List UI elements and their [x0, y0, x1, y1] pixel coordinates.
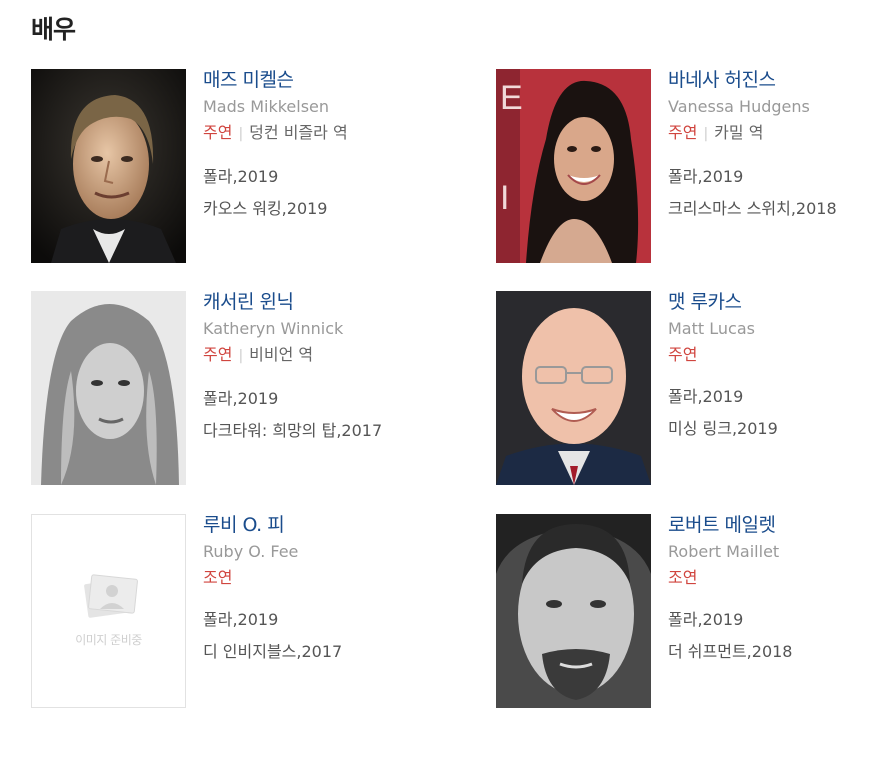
actor-role: 주연 | 덩컨 비즐라 역: [203, 123, 483, 144]
actor-name-en: Katheryn Winnick: [203, 319, 344, 338]
actor-name-ko[interactable]: 맷 루카스: [668, 291, 892, 313]
filmography-item[interactable]: 폴라,2019: [203, 610, 483, 629]
actor-photo[interactable]: [31, 291, 186, 485]
filmography-item[interactable]: 디 인비지블스,2017: [203, 642, 483, 661]
role-type: 조연: [668, 568, 698, 587]
placeholder-text: 이미지 준비중: [75, 633, 142, 647]
role-type: 주연: [668, 123, 698, 142]
role-divider: |: [238, 126, 244, 142]
filmography-item[interactable]: 카오스 워킹,2019: [203, 199, 483, 218]
actor-name-en: Matt Lucas: [668, 319, 755, 338]
actor-name-en: Mads Mikkelsen: [203, 97, 330, 116]
actor-photo[interactable]: [496, 514, 651, 708]
filmography-item[interactable]: 더 쉬프먼트,2018: [668, 642, 892, 661]
role-type: 주연: [668, 345, 698, 364]
character-name: 비비언 역: [249, 345, 314, 364]
filmography-item[interactable]: 폴라,2019: [668, 167, 892, 186]
actor-role: 조연: [203, 568, 483, 587]
role-type: 주연: [203, 345, 233, 364]
actor-card-robert-maillet: 로버트 메일렛 Robert Maillet 조연 폴라,2019 더 쉬프먼트…: [496, 514, 892, 709]
role-divider: |: [703, 126, 709, 142]
section-title: 배우: [31, 15, 76, 44]
actor-name-en: Vanessa Hudgens: [668, 97, 810, 116]
image-placeholder-icon: [84, 574, 138, 618]
filmography-item[interactable]: 미싱 링크,2019: [668, 419, 892, 438]
actor-name-ko[interactable]: 매즈 미켈슨: [203, 69, 483, 91]
role-divider: |: [238, 348, 244, 364]
filmography-item[interactable]: 다크타워: 희망의 탑,2017: [203, 421, 483, 440]
role-type: 조연: [203, 568, 233, 587]
actor-name-ko[interactable]: 캐서린 윈닉: [203, 291, 483, 313]
actor-role: 주연 | 비비언 역: [203, 345, 483, 366]
actor-photo[interactable]: [496, 291, 651, 485]
svg-text:E: E: [500, 79, 523, 117]
actor-name-ko[interactable]: 바네사 허진스: [668, 69, 892, 91]
actor-photo[interactable]: E I: [496, 69, 651, 263]
actor-name-ko[interactable]: 로버트 메일렛: [668, 514, 892, 536]
actor-photo[interactable]: [31, 69, 186, 263]
actor-photo-placeholder[interactable]: 이미지 준비중: [31, 514, 186, 708]
actor-role: 주연 | 카밀 역: [668, 123, 892, 144]
actor-card-ruby-o-fee: 이미지 준비중 루비 O. 피 Ruby O. Fee 조연 폴라,2019 디…: [31, 514, 471, 709]
character-name: 카밀 역: [714, 123, 764, 142]
filmography-item[interactable]: 크리스마스 스위치,2018: [668, 199, 892, 218]
actor-name-en: Ruby O. Fee: [203, 542, 299, 561]
actor-card-mads-mikkelsen: 매즈 미켈슨 Mads Mikkelsen 주연 | 덩컨 비즐라 역 폴라,201…: [31, 69, 471, 264]
actor-card-matt-lucas: 맷 루카스 Matt Lucas 주연 폴라,2019 미싱 링크,2019: [496, 291, 892, 486]
filmography-item[interactable]: 폴라,2019: [668, 387, 892, 406]
filmography-item[interactable]: 폴라,2019: [203, 167, 483, 186]
role-type: 주연: [203, 123, 233, 142]
actor-name-en: Robert Maillet: [668, 542, 780, 561]
actor-role: 조연: [668, 568, 892, 587]
filmography-item[interactable]: 폴라,2019: [203, 389, 483, 408]
actor-card-vanessa-hudgens: E I 바네사 허진스 Vanessa Hudgens 주연 | 카밀 역 폴라,2…: [496, 69, 892, 264]
svg-text:I: I: [500, 179, 509, 217]
actor-card-katheryn-winnick: 캐서린 윈닉 Katheryn Winnick 주연 | 비비언 역 폴라,2019…: [31, 291, 471, 486]
character-name: 덩컨 비즐라 역: [249, 123, 348, 142]
actor-role: 주연: [668, 345, 892, 364]
actor-name-ko[interactable]: 루비 O. 피: [203, 514, 483, 536]
filmography-item[interactable]: 폴라,2019: [668, 610, 892, 629]
